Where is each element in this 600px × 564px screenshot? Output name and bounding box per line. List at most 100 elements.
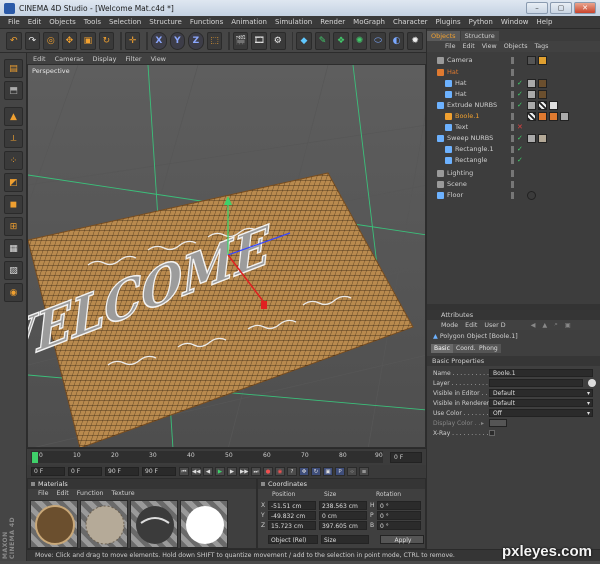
texture-mode-icon[interactable]: ⬒ [4,81,23,100]
size-y-field[interactable]: 0 cm [319,511,367,520]
next-frame-icon[interactable]: ▶ [227,467,237,476]
size-z-field[interactable]: 397.605 cm [319,521,367,530]
rotation-p-field[interactable]: 0 ° [377,511,421,520]
phong-tag[interactable] [527,101,536,110]
render-settings-icon[interactable]: ⚙ [269,31,286,50]
maximize-button[interactable]: ▢ [550,2,572,14]
edge-mode-icon[interactable]: ◩ [4,173,23,192]
visibility-dots[interactable] [511,170,514,177]
menu-animation[interactable]: Animation [231,18,267,26]
disabled-x-icon[interactable]: ✕ [517,122,523,133]
visible-editor-select[interactable]: Default [489,389,593,397]
phong-tag[interactable] [527,90,536,99]
display-color-swatch[interactable] [489,419,507,427]
menu-selection[interactable]: Selection [109,18,141,26]
end-frame-field[interactable]: 90 F [142,467,176,476]
visibility-dots[interactable] [511,113,514,120]
obj-menu-objects[interactable]: Objects [504,43,528,50]
vp-menu-filter[interactable]: Filter [125,55,141,63]
timeline[interactable]: 0 10 20 30 40 50 60 70 80 90 0 F [27,448,426,465]
visibility-dots[interactable] [511,135,514,142]
min-frame-field[interactable]: 0 F [68,467,102,476]
layer-picker-icon[interactable] [588,379,596,387]
move-icon[interactable]: ✥ [61,31,78,50]
visibility-dots[interactable] [511,57,514,64]
enabled-check-icon[interactable]: ✓ [517,144,523,155]
obj-menu-file[interactable]: File [445,43,456,50]
cube-icon[interactable]: ◆ [296,31,312,50]
visibility-dots[interactable] [511,146,514,153]
target-tag[interactable] [538,56,547,65]
x-axis-button[interactable]: X [151,31,167,50]
selection-tag[interactable] [538,112,547,121]
object-row[interactable]: Lighting [427,168,600,179]
mat-menu-function[interactable]: Function [77,489,104,498]
material-swatch-1[interactable] [30,500,78,548]
scale-icon[interactable]: ▣ [80,31,96,50]
vp-menu-edit[interactable]: Edit [33,55,46,63]
deformer-icon[interactable]: ⬭ [370,31,386,50]
mat-menu-texture[interactable]: Texture [112,489,135,498]
object-row[interactable]: Sweep NURBS ✓ [427,133,600,144]
position-z-field[interactable]: 15.723 cm [268,521,316,530]
max-frame-field[interactable]: 90 F [105,467,139,476]
rotation-h-field[interactable]: 0 ° [377,501,421,510]
size-x-field[interactable]: 238.563 cm [319,501,367,510]
menu-tools[interactable]: Tools [84,18,101,26]
object-row[interactable]: Scene [427,179,600,190]
play-icon[interactable]: ▶ [215,467,225,476]
array-icon[interactable]: ✺ [351,31,368,50]
apply-button[interactable]: Apply [380,535,424,544]
texture-tag[interactable] [538,101,547,110]
vp-menu-view[interactable]: View [151,55,166,63]
menu-functions[interactable]: Functions [190,18,223,26]
start-frame-field[interactable]: 0 F [31,467,65,476]
scene-icon[interactable]: ◐ [388,31,405,50]
object-row[interactable]: Floor [427,190,600,201]
y-axis-button[interactable]: Y [169,31,186,50]
selection-tag[interactable] [549,112,558,121]
phong-tag[interactable] [527,134,536,143]
phong-tag[interactable] [560,112,569,121]
point-level-icon[interactable]: ⁘ [347,467,357,476]
object-axis-icon[interactable]: ⟂ [4,129,23,148]
object-row[interactable]: Hat ✓ [427,78,600,89]
position-key-icon[interactable]: ✥ [299,467,309,476]
object-row[interactable]: Extrude NURBS ✓ [427,100,600,111]
material-swatch-4[interactable] [180,500,228,548]
size-mode-select[interactable]: Size [321,535,369,544]
menu-objects[interactable]: Objects [49,18,75,26]
rotate-icon[interactable]: ↻ [98,31,115,50]
position-y-field[interactable]: -49.832 cm [268,511,316,520]
autokey-icon[interactable]: ◉ [275,467,285,476]
menu-render[interactable]: Render [320,18,345,26]
coord-mode-select[interactable]: Object (Rel) [268,535,318,544]
enabled-check-icon[interactable]: ✓ [517,155,523,166]
menu-help[interactable]: Help [536,18,552,26]
search-icon[interactable]: ⌕ [554,321,558,329]
visibility-dots[interactable] [511,80,514,87]
texture-tag[interactable] [527,112,536,121]
lock-icon[interactable]: ▣ [565,322,571,329]
visibility-dots[interactable] [511,91,514,98]
nav-back-icon[interactable]: ◀ [531,322,536,329]
prev-frame-icon[interactable]: ◀ [203,467,213,476]
menu-mograph[interactable]: MoGraph [353,18,385,26]
material-swatch-2[interactable] [80,500,128,548]
close-button[interactable]: ✕ [574,2,596,14]
name-field[interactable]: Boole.1 [489,369,593,377]
vp-menu-display[interactable]: Display [93,55,117,63]
material-tag[interactable] [538,79,547,88]
object-row[interactable]: Boole.1 [427,111,600,122]
keyframe-selection-icon[interactable]: ? [287,467,297,476]
object-row[interactable]: Rectangle ✓ [427,155,600,166]
mat-menu-edit[interactable]: Edit [57,489,69,498]
camera-tag[interactable] [527,56,536,65]
menu-window[interactable]: Window [501,18,529,26]
minimize-button[interactable]: – [526,2,548,14]
playhead[interactable] [32,452,38,463]
visibility-dots[interactable] [511,192,514,199]
make-editable-icon[interactable]: ▤ [4,59,23,78]
nurbs-icon[interactable]: ❖ [333,31,349,50]
go-to-end-icon[interactable]: ⏭ [251,467,261,476]
